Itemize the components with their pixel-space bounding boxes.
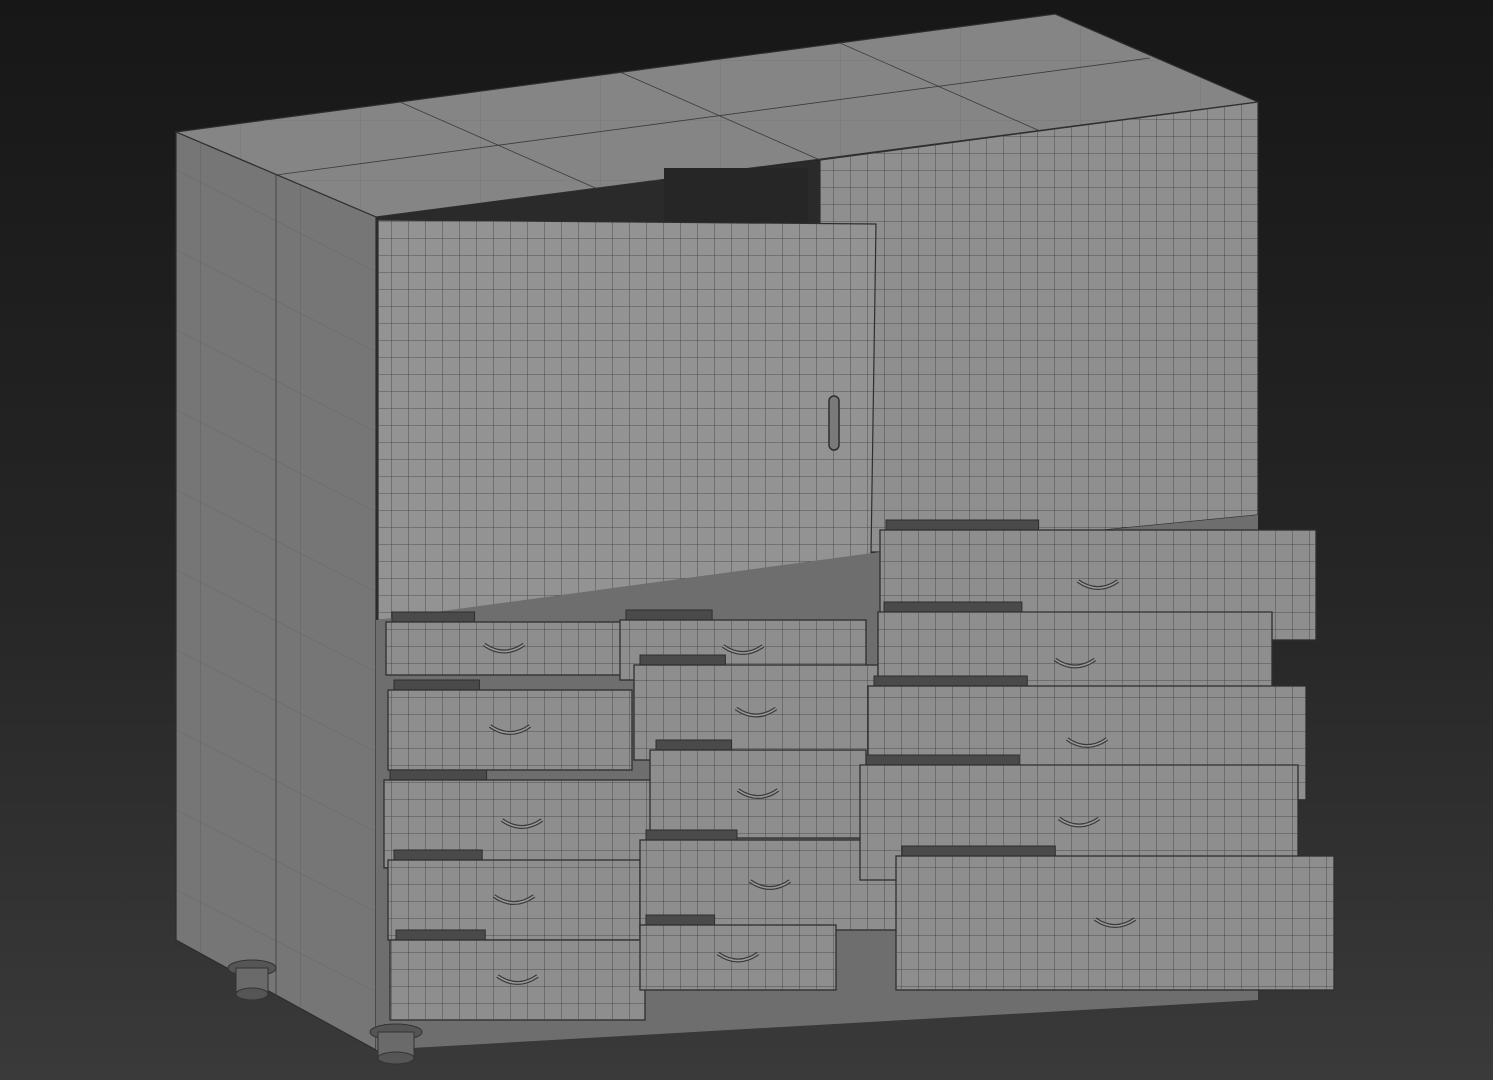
- cavity-opening: [664, 168, 808, 224]
- drawer-left-2[interactable]: [387, 679, 633, 771]
- cabinet-foot-front: [369, 1023, 423, 1065]
- drawer-left-5[interactable]: [389, 929, 646, 1021]
- drawer-middle-3-mesh: [650, 750, 866, 838]
- drawer-left-2-mesh: [388, 690, 632, 770]
- drawer-left-1[interactable]: [385, 611, 623, 676]
- drawer-left-4-mesh: [388, 860, 640, 940]
- 3d-viewport[interactable]: [0, 0, 1493, 1080]
- drawer-middle-3[interactable]: [649, 739, 867, 839]
- door-handle[interactable]: [828, 395, 840, 451]
- drawer-right-5[interactable]: [895, 845, 1335, 991]
- wireframe-dresser-model[interactable]: [0, 0, 1493, 1080]
- drawer-middle-5[interactable]: [639, 914, 837, 991]
- drawer-left-1-mesh: [386, 622, 622, 675]
- drawer-middle-5-mesh: [640, 925, 836, 990]
- drawer-left-5-mesh: [390, 940, 645, 1020]
- drawer-right-5-mesh: [896, 856, 1334, 990]
- drawer-left-4[interactable]: [387, 849, 641, 941]
